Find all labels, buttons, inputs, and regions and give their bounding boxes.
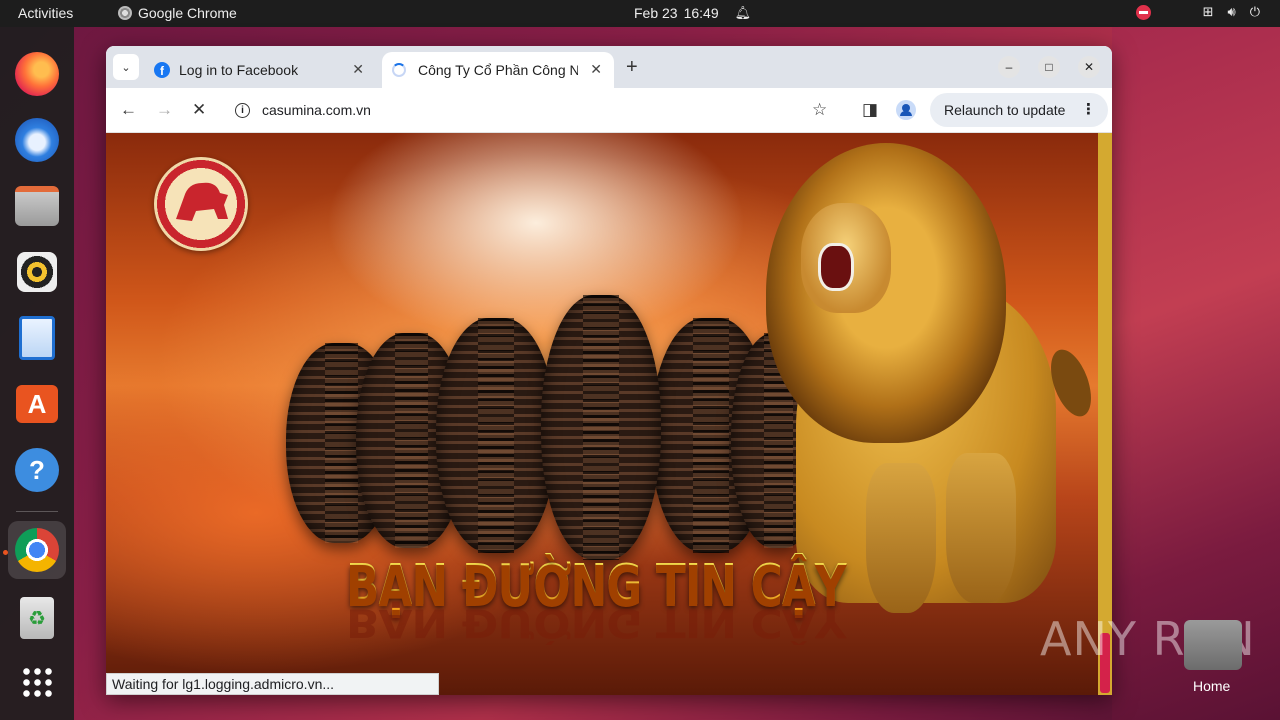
close-tab-icon[interactable]: ✕	[352, 61, 364, 78]
clock-date: Feb 23	[634, 5, 678, 21]
slogan-reflection: BẠN ĐƯỜNG TIN CẬY	[346, 599, 846, 646]
lion-leg	[946, 453, 1016, 603]
dock-help[interactable]: ?	[8, 441, 66, 499]
app-grid-icon	[21, 666, 53, 698]
tire-image	[436, 318, 556, 553]
trash-icon: ♻	[20, 597, 54, 639]
dock-chrome[interactable]	[8, 521, 66, 579]
firefox-icon	[15, 52, 59, 96]
activities-button[interactable]: Activities	[18, 5, 73, 21]
tab-search-button[interactable]: ⌄	[113, 54, 139, 80]
dock-thunderbird[interactable]	[8, 111, 66, 169]
relaunch-label: Relaunch to update	[944, 102, 1066, 118]
page-hero-banner[interactable]: BẠN ĐƯỜNG TIN CẬY BẠN ĐƯỜNG TIN CẬY	[106, 133, 1098, 695]
url-text: casumina.com.vn	[262, 102, 371, 118]
minimize-button[interactable]: –	[998, 56, 1020, 78]
home-folder-label[interactable]: Home	[1193, 678, 1230, 694]
dock-writer[interactable]	[8, 309, 66, 367]
top-bar: Activities Google Chrome Feb 23 16:49 🔔︎…	[0, 0, 1280, 27]
do-not-disturb-icon	[1135, 4, 1151, 20]
chrome-icon	[15, 528, 59, 572]
status-bubble: Waiting for lg1.logging.admicro.vn...	[106, 673, 439, 695]
home-folder-icon[interactable]	[1184, 620, 1242, 670]
dock-firefox[interactable]	[8, 45, 66, 103]
thunderbird-icon	[15, 118, 59, 162]
page-scrollbar[interactable]	[1098, 133, 1112, 695]
bookmark-star-icon[interactable]: ☆	[812, 100, 827, 120]
dock-rhythmbox[interactable]	[8, 243, 66, 301]
profile-avatar[interactable]	[896, 100, 916, 120]
close-tab-icon[interactable]: ✕	[590, 61, 602, 78]
volume-icon: 🔊︎	[1227, 4, 1236, 19]
browser-toolbar: ← → ✕ i casumina.com.vn ☆ ◨ Relaunch to …	[106, 88, 1112, 133]
dock-software[interactable]: A	[8, 375, 66, 433]
clock[interactable]: Feb 23 16:49 🔔︎	[634, 5, 751, 21]
menu-kebab-icon[interactable]: ⋮	[1081, 100, 1096, 118]
clock-time: 16:49	[683, 5, 719, 21]
side-panel-icon[interactable]: ◨	[862, 100, 878, 120]
dock-files[interactable]	[8, 177, 66, 235]
tab-casumina[interactable]: Công Ty Cổ Phần Công Nghiệp Cao Su Miền …	[382, 52, 614, 88]
new-tab-button[interactable]: +	[626, 56, 638, 79]
system-tray[interactable]: ⊞ 🔊︎ ⏻	[1135, 4, 1260, 20]
close-window-button[interactable]: ✕	[1078, 56, 1100, 78]
tab-strip: ⌄ f Log in to Facebook ✕ Công Ty Cổ Phần…	[106, 46, 1112, 88]
files-icon	[15, 186, 59, 226]
stop-loading-button[interactable]: ✕	[192, 100, 206, 120]
casumina-lion-logo[interactable]	[154, 157, 248, 251]
lion-logo-icon	[176, 182, 228, 221]
network-icon: ⊞	[1202, 4, 1214, 19]
app-menu-label: Google Chrome	[138, 5, 237, 21]
rhythmbox-icon	[17, 252, 57, 292]
back-button[interactable]: ←	[120, 100, 137, 120]
tab-title: Log in to Facebook	[179, 62, 299, 78]
software-icon: A	[16, 385, 58, 423]
address-bar[interactable]: i casumina.com.vn	[226, 92, 846, 128]
lion-mane	[766, 143, 1006, 443]
dock: A ? ♻	[0, 27, 74, 720]
chrome-icon	[118, 6, 132, 20]
help-icon: ?	[15, 448, 59, 492]
lion-mouth	[818, 243, 854, 291]
forward-button[interactable]: →	[156, 100, 173, 120]
maximize-button[interactable]: □	[1038, 56, 1060, 78]
power-icon: ⏻	[1249, 4, 1260, 19]
tab-title: Công Ty Cổ Phần Công Nghiệp Cao Su Miền …	[418, 62, 578, 78]
app-menu[interactable]: Google Chrome	[118, 5, 237, 21]
tire-image	[541, 295, 661, 560]
chrome-window: ⌄ f Log in to Facebook ✕ Công Ty Cổ Phần…	[106, 46, 1112, 695]
facebook-icon: f	[154, 62, 170, 78]
dock-separator	[16, 511, 58, 512]
dock-trash[interactable]: ♻	[8, 589, 66, 647]
loading-spinner-icon	[392, 63, 406, 77]
tab-facebook[interactable]: f Log in to Facebook ✕	[144, 52, 376, 88]
dock-show-apps[interactable]	[8, 653, 66, 711]
bell-icon: 🔔︎	[734, 5, 752, 20]
site-info-icon[interactable]: i	[235, 102, 250, 118]
writer-icon	[19, 316, 55, 360]
relaunch-button[interactable]: Relaunch to update ⋮	[930, 93, 1108, 127]
